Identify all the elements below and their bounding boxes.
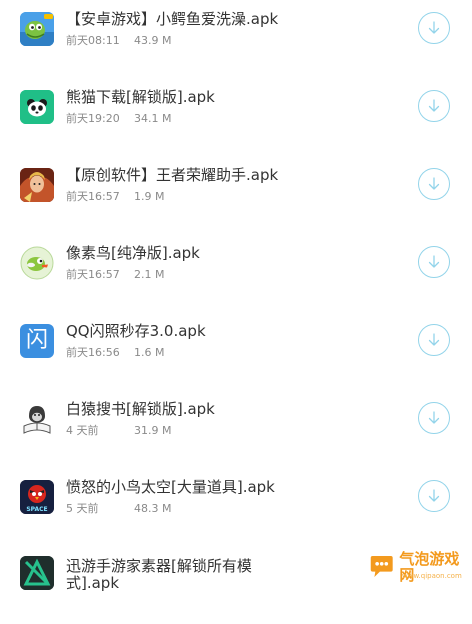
list-item[interactable]: 闪 QQ闪照秒存3.0.apk 前天16:56 1.6 M	[0, 312, 472, 390]
list-item[interactable]: 熊猫下载[解锁版].apk 前天19:20 34.1 M	[0, 78, 472, 156]
file-size: 1.6 M	[134, 346, 165, 359]
file-name: 熊猫下载[解锁版].apk	[66, 88, 215, 106]
list-item[interactable]: 【安卓游戏】小鳄鱼爱洗澡.apk 前天08:11 43.9 M	[0, 0, 472, 78]
file-time: 前天16:56	[66, 346, 120, 359]
file-name: 愤怒的小鸟太空[大量道具].apk	[66, 478, 275, 496]
file-size: 1.9 M	[134, 190, 165, 203]
file-time: 5 天前	[66, 502, 99, 515]
file-meta: 前天19:20 34.1 M	[66, 112, 171, 126]
file-time: 前天16:57	[66, 190, 120, 203]
download-button[interactable]	[418, 12, 450, 44]
list-item[interactable]: 【原创软件】王者荣耀助手.apk 前天16:57 1.9 M	[0, 156, 472, 234]
download-arrow-icon	[428, 177, 440, 190]
file-meta: 前天08:11 43.9 M	[66, 34, 171, 48]
flash-icon: 闪	[20, 324, 54, 358]
download-arrow-icon	[428, 99, 440, 112]
panda-icon	[20, 90, 54, 124]
file-size: 48.3 M	[134, 502, 172, 515]
download-arrow-icon	[428, 489, 440, 502]
download-button[interactable]	[418, 324, 450, 356]
hero-game-icon	[20, 168, 54, 202]
file-size: 34.1 M	[134, 112, 172, 125]
file-time: 4 天前	[66, 424, 99, 437]
file-time: 前天08:11	[66, 34, 120, 47]
file-meta: 前天16:57 1.9 M	[66, 190, 164, 204]
file-meta: 4 天前 31.9 M	[66, 424, 171, 438]
download-button[interactable]	[418, 246, 450, 278]
list-item[interactable]: SPACE 愤怒的小鸟太空[大量道具].apk 5 天前 48.3 M	[0, 468, 472, 546]
download-button[interactable]	[418, 90, 450, 122]
watermark-url: www.qipaon.com	[402, 572, 462, 580]
download-button[interactable]	[418, 480, 450, 512]
file-size: 31.9 M	[134, 424, 172, 437]
angry-birds-space-label: SPACE	[26, 506, 48, 513]
list-item[interactable]: 白猿搜书[解锁版].apk 4 天前 31.9 M	[0, 390, 472, 468]
site-watermark: 气泡游戏网 www.qipaon.com	[368, 551, 468, 583]
download-arrow-icon	[428, 21, 440, 34]
file-name: 【安卓游戏】小鳄鱼爱洗澡.apk	[66, 10, 279, 28]
crocodile-game-icon	[20, 12, 54, 46]
file-name: QQ闪照秒存3.0.apk	[66, 322, 206, 340]
list-item[interactable]: 像素鸟[纯净版].apk 前天16:57 2.1 M	[0, 234, 472, 312]
file-size: 2.1 M	[134, 268, 165, 281]
download-arrow-icon	[428, 411, 440, 424]
angry-birds-space-icon: SPACE	[20, 480, 54, 514]
file-meta: 前天16:56 1.6 M	[66, 346, 164, 360]
file-meta: 5 天前 48.3 M	[66, 502, 171, 516]
bubble-logo-icon	[370, 556, 393, 578]
ape-reading-icon	[20, 402, 54, 436]
file-time: 前天19:20	[66, 112, 120, 125]
file-name: 白猿搜书[解锁版].apk	[66, 400, 215, 418]
download-button[interactable]	[418, 168, 450, 200]
download-arrow-icon	[428, 333, 440, 346]
file-name: 迅游手游家素器[解锁所有模式].apk	[66, 558, 252, 592]
download-arrow-icon	[428, 255, 440, 268]
file-meta: 前天16:57 2.1 M	[66, 268, 164, 282]
pixel-bird-icon	[20, 246, 54, 280]
flash-icon-glyph: 闪	[25, 328, 48, 353]
file-time: 前天16:57	[66, 268, 120, 281]
file-name: 像素鸟[纯净版].apk	[66, 244, 200, 262]
file-name: 【原创软件】王者荣耀助手.apk	[66, 166, 279, 184]
download-button[interactable]	[418, 402, 450, 434]
file-size: 43.9 M	[134, 34, 172, 47]
